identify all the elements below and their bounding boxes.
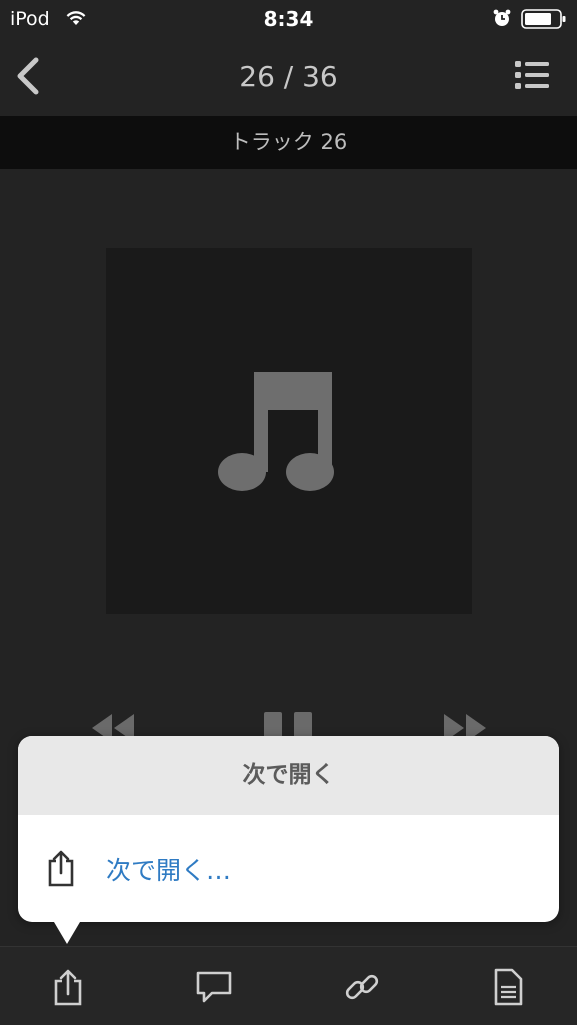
music-note-icon	[218, 372, 334, 491]
popover-arrow	[54, 922, 80, 944]
popover-title: 次で開く	[18, 736, 559, 815]
page-counter: 26 / 36	[239, 60, 338, 93]
status-time: 8:34	[263, 7, 314, 31]
navigation-bar: 26 / 36	[0, 38, 577, 114]
share-icon	[48, 850, 74, 887]
link-icon[interactable]	[342, 967, 382, 1007]
alarm-icon	[493, 9, 511, 26]
track-title: トラック 26	[0, 116, 577, 169]
album-artwork	[106, 248, 472, 614]
list-icon[interactable]	[512, 58, 552, 92]
open-in-label: 次で開く…	[106, 856, 232, 885]
open-in-popover: 次で開く 次で開く…	[18, 736, 559, 944]
document-icon[interactable]	[488, 967, 528, 1007]
bottom-toolbar	[0, 946, 577, 1025]
share-icon[interactable]	[48, 967, 88, 1007]
battery-icon	[521, 9, 566, 29]
comment-icon[interactable]	[194, 967, 234, 1007]
status-bar: iPod 8:34	[0, 0, 577, 38]
open-in-menu-item[interactable]: 次で開く…	[18, 815, 559, 922]
